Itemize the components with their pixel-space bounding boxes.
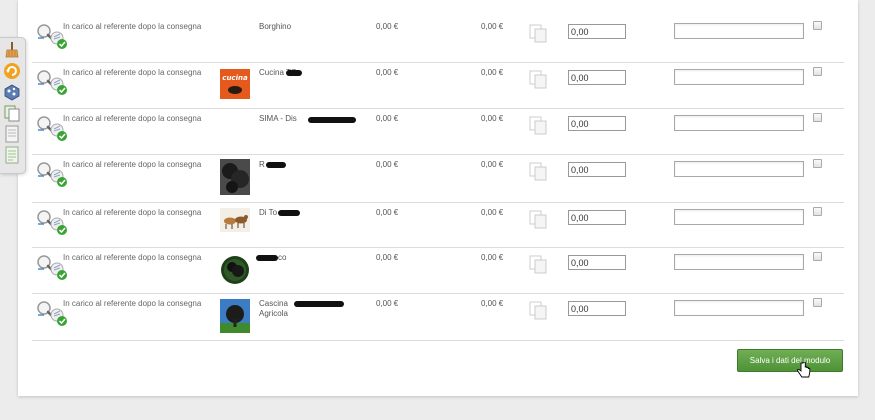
copy-icon[interactable] (529, 255, 549, 275)
delivery-status: In carico al referente dopo la consegna (63, 114, 202, 123)
copy-icon[interactable] (529, 116, 549, 136)
tree-logo (220, 299, 250, 333)
supplier-name: Di To (259, 208, 278, 217)
quantity-input[interactable] (568, 24, 626, 39)
supplier-name: Borghino (259, 22, 292, 31)
quantity-input[interactable] (568, 301, 626, 316)
redaction-mark (308, 117, 356, 123)
note-check-icon (50, 77, 67, 95)
row-checkbox[interactable] (813, 252, 822, 261)
save-form-button[interactable]: Salva i dati del modulo (737, 349, 843, 372)
modulo-panel: In carico al referente dopo la consegna … (18, 0, 858, 396)
note-check-icon (50, 123, 67, 141)
delivery-status: In carico al referente dopo la consegna (63, 22, 202, 31)
price: 0,00 € (376, 160, 399, 169)
document-list-icon[interactable] (3, 146, 21, 164)
broom-icon[interactable] (3, 41, 21, 59)
delivery-status: In carico al referente dopo la consegna (63, 253, 202, 262)
price-total: 0,00 € (481, 68, 504, 77)
redaction-mark (286, 70, 302, 76)
document-icon[interactable] (3, 125, 21, 143)
row-checkbox[interactable] (813, 67, 822, 76)
table-row: In carico al referente dopo la consegna … (32, 62, 844, 109)
table-row: In carico al referente dopo la consegna … (32, 247, 844, 294)
row-checkbox[interactable] (813, 207, 822, 216)
copy-icon[interactable] (529, 24, 549, 44)
row-checkbox[interactable] (813, 113, 822, 122)
hand-cursor-icon (797, 362, 811, 378)
price: 0,00 € (376, 68, 399, 77)
quantity-input[interactable] (568, 116, 626, 131)
side-toolbar (0, 37, 26, 174)
price: 0,00 € (376, 208, 399, 217)
copy-icon[interactable] (529, 210, 549, 230)
delivery-status: In carico al referente dopo la consegna (63, 160, 202, 169)
delivery-status: In carico al referente dopo la consegna (63, 299, 202, 308)
table-row: In carico al referente dopo la consegna … (32, 202, 844, 248)
quantity-input[interactable] (568, 210, 626, 225)
quantity-input[interactable] (568, 162, 626, 177)
copy-document-icon[interactable] (3, 104, 21, 122)
table-row: In carico al referente dopo la consegna … (32, 293, 844, 341)
price-total: 0,00 € (481, 253, 504, 262)
row-checkbox[interactable] (813, 159, 822, 168)
table-row: In carico al referente dopo la consegna … (32, 154, 844, 203)
comment-input[interactable] (674, 161, 804, 177)
quantity-input[interactable] (568, 70, 626, 85)
svg-text:cucina: cucina (222, 74, 248, 82)
redaction-mark (294, 301, 344, 307)
comment-input[interactable] (674, 254, 804, 270)
comment-input[interactable] (674, 300, 804, 316)
price-total: 0,00 € (481, 22, 504, 31)
quantity-input[interactable] (568, 255, 626, 270)
comment-input[interactable] (674, 69, 804, 85)
price: 0,00 € (376, 22, 399, 31)
price-total: 0,00 € (481, 160, 504, 169)
comment-input[interactable] (674, 23, 804, 39)
delivery-status: In carico al referente dopo la consegna (63, 68, 202, 77)
redaction-mark (266, 162, 286, 168)
copy-icon[interactable] (529, 162, 549, 182)
copy-icon[interactable] (529, 301, 549, 321)
price-total: 0,00 € (481, 208, 504, 217)
round-tree-logo (221, 256, 249, 284)
note-check-icon (50, 169, 67, 187)
price: 0,00 € (376, 299, 399, 308)
row-checkbox[interactable] (813, 21, 822, 30)
price: 0,00 € (376, 114, 399, 123)
puzzle-icon[interactable] (3, 83, 21, 101)
supplier-name: Cascina Agricola (259, 299, 288, 318)
price-total: 0,00 € (481, 299, 504, 308)
supplier-name: co (278, 253, 287, 262)
price: 0,00 € (376, 253, 399, 262)
refresh-icon[interactable] (3, 62, 21, 80)
supplier-name: Cucina TO (259, 68, 297, 77)
price-total: 0,00 € (481, 114, 504, 123)
delivery-status: In carico al referente dopo la consegna (63, 208, 202, 217)
redaction-mark (278, 210, 300, 216)
cucina-logo: cucina (220, 69, 250, 99)
note-check-icon (50, 262, 67, 280)
note-check-icon (50, 308, 67, 326)
dark-photo-logo (220, 159, 250, 195)
note-check-icon (50, 217, 67, 235)
table-row: In carico al referente dopo la consegna … (32, 16, 844, 63)
comment-input[interactable] (674, 115, 804, 131)
comment-input[interactable] (674, 209, 804, 225)
note-check-icon (50, 31, 67, 49)
redaction-mark (256, 255, 278, 261)
copy-icon[interactable] (529, 70, 549, 90)
animals-photo-logo (220, 208, 250, 232)
row-checkbox[interactable] (813, 298, 822, 307)
table-row: In carico al referente dopo la consegna … (32, 108, 844, 155)
